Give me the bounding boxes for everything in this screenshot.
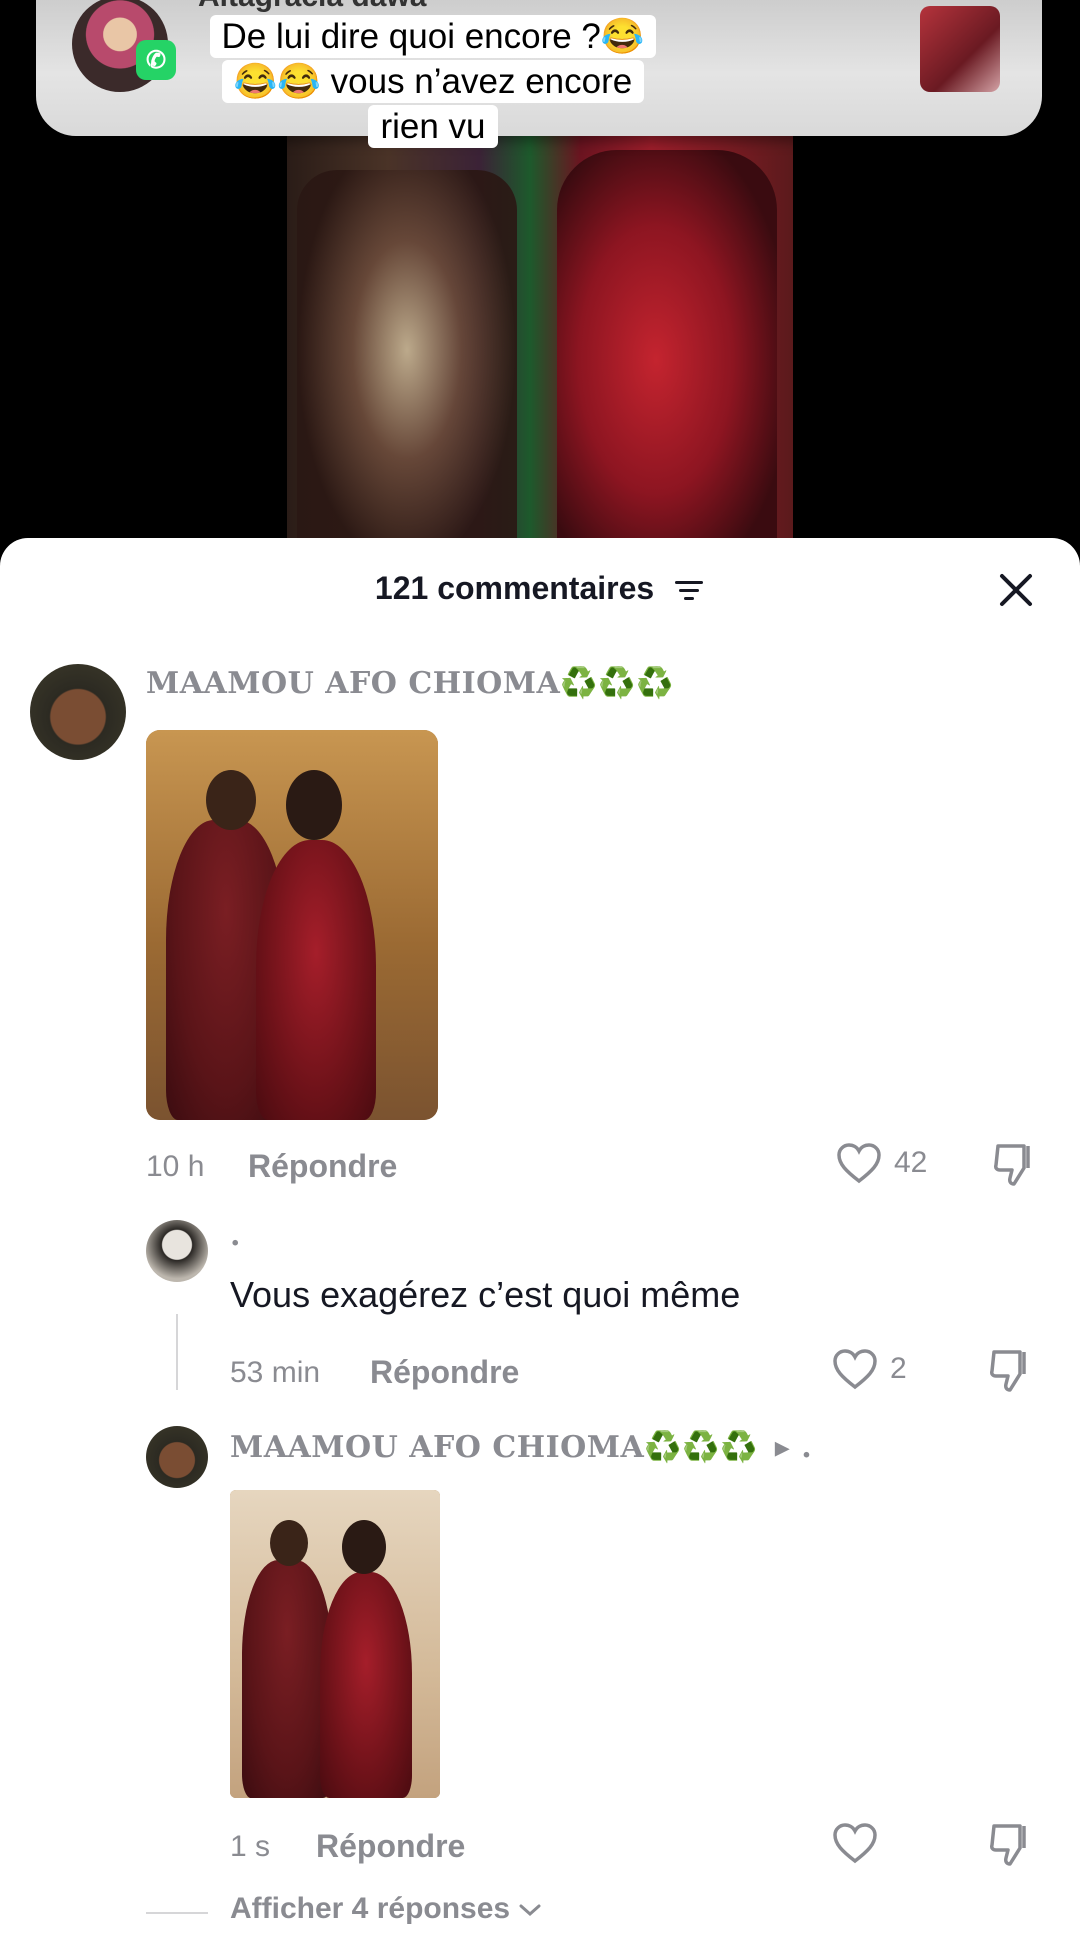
comment-photo[interactable]	[146, 730, 438, 1120]
comment-text: Vous exagérez c’est quoi même	[230, 1274, 741, 1315]
avatar[interactable]	[146, 1220, 208, 1282]
notification-thumbnail	[920, 6, 1000, 92]
comment-photo[interactable]	[230, 1490, 440, 1798]
video-caption: De lui dire quoi encore ?😂 😂😂 vous n’ave…	[198, 14, 668, 149]
comments-count-title: 121 commentaires	[374, 570, 655, 606]
heart-icon	[833, 1349, 877, 1390]
show-replies-divider	[146, 1912, 208, 1914]
dislike-icon[interactable]	[986, 1820, 1036, 1870]
reply-arrow-icon: ▸	[774, 1430, 791, 1465]
like-button[interactable]	[832, 1822, 890, 1864]
comment-time: 10 h	[146, 1150, 205, 1183]
chevron-down-icon	[519, 1904, 541, 1917]
caption-line-2: 😂😂 vous n’avez encore	[221, 60, 645, 103]
avatar[interactable]	[30, 664, 126, 760]
like-button[interactable]: 2	[832, 1348, 907, 1390]
comment-time: 53 min	[230, 1356, 321, 1389]
reply-button[interactable]: Répondre	[316, 1828, 465, 1865]
filter-icon[interactable]	[673, 578, 705, 604]
reply-button[interactable]: Répondre	[248, 1148, 397, 1185]
comments-header: 121 commentaires	[0, 570, 1080, 607]
comment-username[interactable]: MAAMOU AFO CHIOMA♻️♻️♻️ ▸ .	[230, 1430, 812, 1465]
video-player[interactable]: ✆ Altagracia dawa De lui dire quoi encor…	[0, 0, 1080, 560]
notification-sender: Altagracia dawa	[198, 0, 426, 14]
close-icon[interactable]	[996, 570, 1036, 610]
comment-username[interactable]: MAAMOU AFO CHIOMA♻️♻️♻️	[146, 666, 674, 701]
reply-to-username[interactable]: .	[801, 1430, 812, 1465]
comment-time: 1 s	[230, 1830, 271, 1863]
reply-button[interactable]: Répondre	[370, 1354, 519, 1391]
caption-line-1: De lui dire quoi encore ?😂	[209, 15, 657, 58]
heart-icon	[833, 1823, 877, 1864]
avatar[interactable]	[146, 1426, 208, 1488]
recycle-badges: ♻️♻️♻️	[644, 1430, 758, 1465]
like-count: 42	[894, 1146, 928, 1179]
like-button[interactable]: 42	[836, 1142, 927, 1184]
heart-icon	[837, 1143, 881, 1184]
thread-line	[176, 1314, 178, 1390]
video-person-right	[557, 150, 777, 560]
whatsapp-icon: ✆	[136, 40, 176, 80]
recycle-badges: ♻️♻️♻️	[560, 666, 674, 701]
show-replies-button[interactable]: Afficher 4 réponses	[230, 1892, 542, 1926]
dislike-icon[interactable]	[990, 1140, 1040, 1190]
caption-line-3: rien vu	[368, 105, 498, 148]
video-frame	[287, 130, 793, 560]
like-count: 2	[890, 1352, 907, 1385]
video-person-left	[297, 170, 517, 560]
comments-sheet: 121 commentaires MAAMOU AFO CHIOMA♻️♻️♻️…	[0, 538, 1080, 1938]
comment-username[interactable]: .	[230, 1218, 241, 1253]
dislike-icon[interactable]	[986, 1346, 1036, 1396]
